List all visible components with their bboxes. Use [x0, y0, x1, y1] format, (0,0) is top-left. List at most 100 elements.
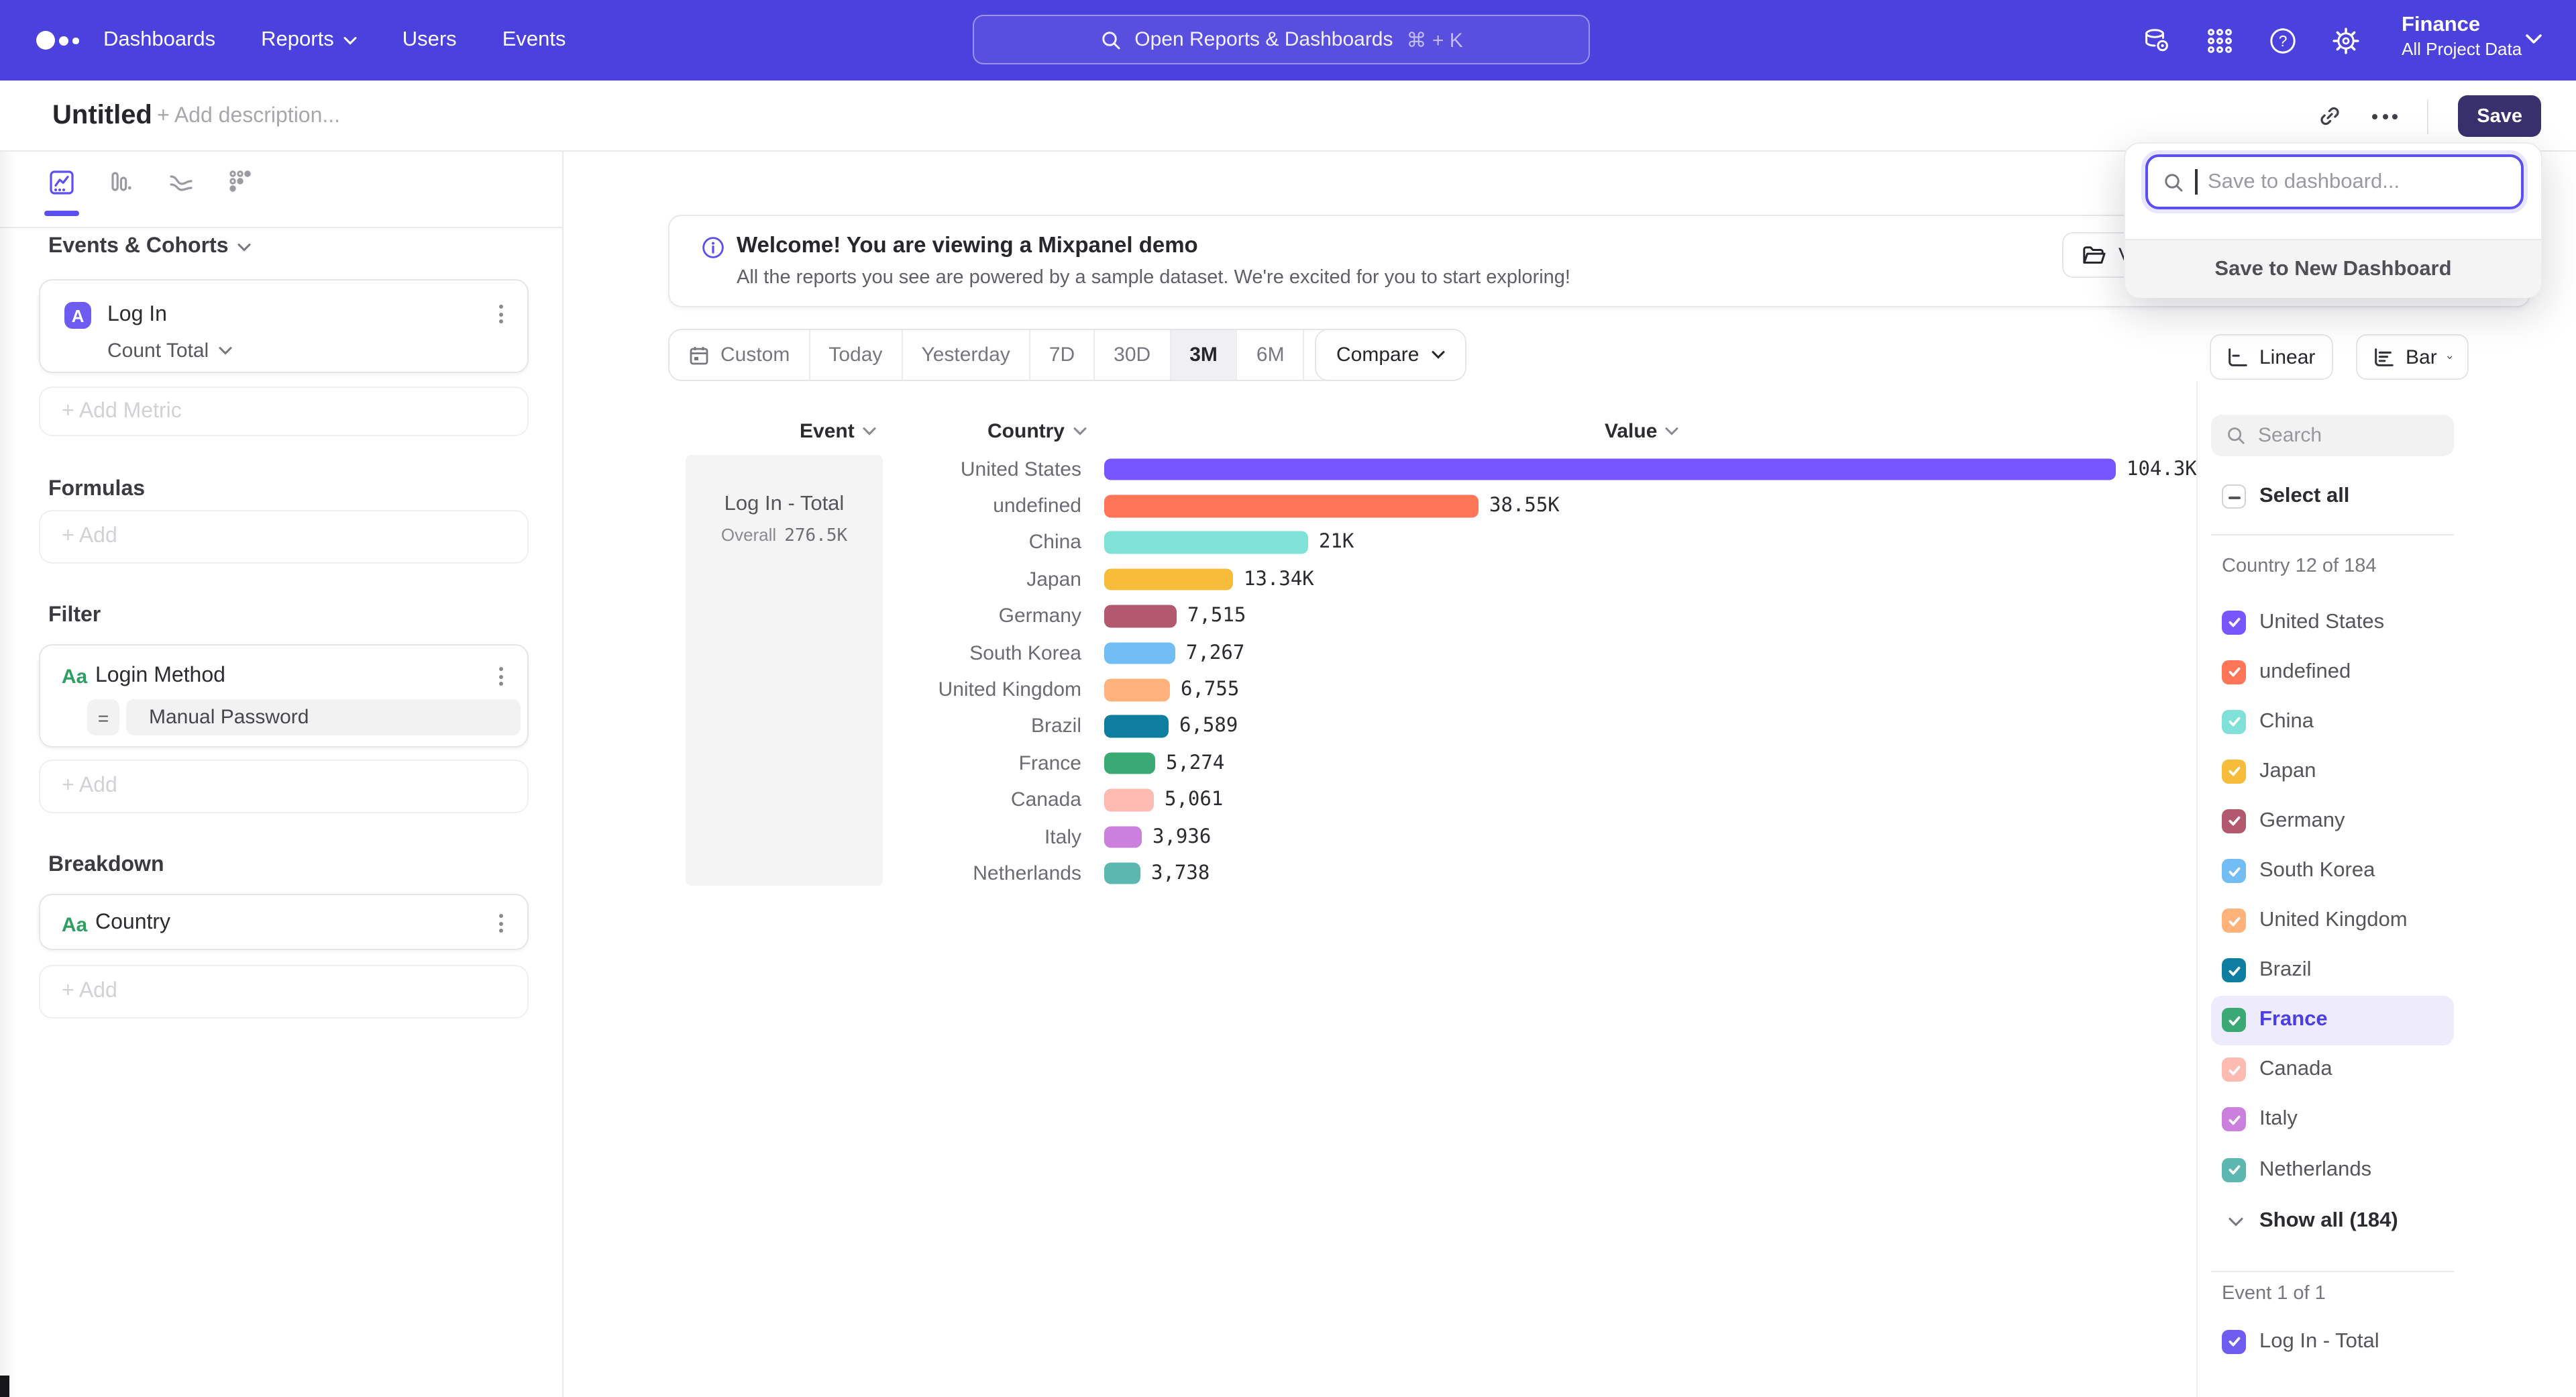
bar-undefined[interactable] — [1104, 495, 1479, 517]
add-formula-button[interactable]: + Add — [39, 510, 529, 564]
range-3m[interactable]: 3M — [1171, 330, 1238, 380]
select-all-toggle[interactable]: Select all — [2222, 484, 2349, 509]
range-7d[interactable]: 7D — [1030, 330, 1095, 380]
checkbox-japan[interactable] — [2222, 760, 2246, 784]
add-filter-button[interactable]: + Add — [39, 760, 529, 813]
help-icon[interactable]: ? — [2267, 25, 2298, 56]
filter-value[interactable]: Manual Password — [126, 699, 521, 735]
nav-item-events[interactable]: Events — [502, 28, 566, 52]
metric-kebab-icon[interactable] — [496, 302, 506, 326]
add-breakdown-button[interactable]: + Add — [39, 965, 529, 1019]
country-item-france[interactable]: France — [2211, 996, 2454, 1045]
indeterminate-checkbox[interactable] — [2222, 484, 2246, 509]
events-section-header[interactable]: Events & Cohorts — [48, 235, 252, 259]
country-item-brazil[interactable]: Brazil — [2211, 945, 2454, 995]
range-yesterday[interactable]: Yesterday — [902, 330, 1030, 380]
legend-search-input[interactable] — [2258, 424, 2432, 447]
add-metric-button[interactable]: + Add Metric — [39, 386, 529, 436]
checkbox-france[interactable] — [2222, 1008, 2246, 1033]
checkbox-united-states[interactable] — [2222, 610, 2246, 634]
bar-value-label: 7,515 — [1187, 606, 1246, 627]
checkbox-brazil[interactable] — [2222, 958, 2246, 982]
data-management-icon[interactable] — [2141, 25, 2172, 56]
range-today[interactable]: Today — [810, 330, 902, 380]
search-icon — [1099, 29, 1121, 50]
country-item-united-states[interactable]: United States — [2211, 597, 2454, 647]
checkbox-china[interactable] — [2222, 709, 2246, 733]
filter-property-name[interactable]: Login Method — [95, 664, 225, 688]
tab-retention[interactable] — [225, 168, 255, 197]
event-item-log-in-total[interactable]: Log In - Total — [2211, 1316, 2454, 1366]
aggregation-selector[interactable]: Count Total — [107, 340, 231, 362]
metric-card-log-in[interactable]: A Log In Count Total — [39, 279, 529, 373]
bar-japan[interactable] — [1104, 568, 1233, 590]
scale-selector[interactable]: Linear — [2210, 334, 2333, 380]
chart-type-selector[interactable]: Bar — [2356, 334, 2469, 380]
checkbox-canada[interactable] — [2222, 1058, 2246, 1082]
metric-event-name[interactable]: Log In — [107, 303, 167, 327]
range-30d[interactable]: 30D — [1095, 330, 1171, 380]
country-item-japan[interactable]: Japan — [2211, 747, 2454, 796]
nav-item-reports[interactable]: Reports — [261, 28, 357, 52]
breakdown-property-name[interactable]: Country — [95, 911, 170, 935]
country-item-canada[interactable]: Canada — [2211, 1045, 2454, 1095]
checkbox-united-kingdom[interactable] — [2222, 909, 2246, 933]
string-property-icon: Aa — [56, 666, 93, 688]
compare-button[interactable]: Compare — [1315, 329, 1466, 381]
apps-grid-icon[interactable] — [2204, 25, 2235, 56]
range-custom[interactable]: Custom — [669, 330, 810, 380]
bar-united-kingdom[interactable] — [1104, 679, 1170, 701]
more-options-icon[interactable] — [2372, 113, 2398, 119]
bar-china[interactable] — [1104, 531, 1308, 554]
settings-gear-icon[interactable] — [2330, 25, 2361, 56]
country-item-italy[interactable]: Italy — [2211, 1095, 2454, 1145]
legend-search-box[interactable] — [2211, 415, 2454, 456]
bar-canada[interactable] — [1104, 789, 1154, 811]
report-title[interactable]: Untitled — [52, 101, 152, 132]
column-header-event[interactable]: Event — [800, 420, 876, 443]
save-dashboard-search-input[interactable]: Save to dashboard... — [2145, 154, 2524, 209]
mixpanel-logo-icon[interactable] — [36, 30, 90, 51]
bar-value-label: 104.3K — [2127, 458, 2197, 480]
bar-netherlands[interactable] — [1104, 862, 1140, 884]
bar-france[interactable] — [1104, 752, 1155, 774]
filter-card-login-method[interactable]: Aa Login Method = Manual Password — [39, 644, 529, 747]
checkbox-germany[interactable] — [2222, 809, 2246, 833]
save-to-new-dashboard-option[interactable]: Save to New Dashboard — [2125, 240, 2541, 298]
checkbox-south-korea[interactable] — [2222, 859, 2246, 883]
save-button[interactable]: Save — [2458, 95, 2541, 137]
breakdown-card-country[interactable]: Aa Country — [39, 894, 529, 950]
column-header-country[interactable]: Country — [987, 420, 1086, 443]
bar-brazil[interactable] — [1104, 715, 1169, 737]
range-6m[interactable]: 6M — [1238, 330, 1305, 380]
checkbox-undefined[interactable] — [2222, 660, 2246, 684]
project-selector[interactable]: Finance All Project Data — [2402, 12, 2522, 60]
bar-south-korea[interactable] — [1104, 642, 1175, 664]
show-all-button[interactable]: Show all (184) — [2229, 1209, 2398, 1233]
country-item-undefined[interactable]: undefined — [2211, 647, 2454, 696]
bar-germany[interactable] — [1104, 605, 1177, 627]
country-item-germany[interactable]: Germany — [2211, 796, 2454, 846]
bar-category-label: France — [698, 752, 1081, 775]
global-search-button[interactable]: Open Reports & Dashboards ⌘ + K — [973, 15, 1590, 64]
tab-funnels[interactable] — [106, 168, 136, 197]
country-item-netherlands[interactable]: Netherlands — [2211, 1145, 2454, 1194]
bar-italy[interactable] — [1104, 826, 1142, 848]
tab-flows[interactable] — [166, 168, 196, 197]
filter-kebab-icon[interactable] — [496, 664, 506, 688]
country-item-united-kingdom[interactable]: United Kingdom — [2211, 896, 2454, 945]
column-header-value[interactable]: Value — [1605, 420, 1678, 443]
copy-link-icon[interactable] — [2317, 103, 2343, 129]
country-item-south-korea[interactable]: South Korea — [2211, 846, 2454, 896]
nav-item-dashboards[interactable]: Dashboards — [103, 28, 215, 52]
tab-insights[interactable] — [47, 168, 76, 197]
add-description-button[interactable]: + Add description... — [157, 105, 340, 129]
checkbox-italy[interactable] — [2222, 1108, 2246, 1132]
breakdown-kebab-icon[interactable] — [496, 911, 506, 935]
nav-item-users[interactable]: Users — [402, 28, 457, 52]
checkbox-log-in-total[interactable] — [2222, 1329, 2246, 1353]
filter-operator[interactable]: = — [87, 699, 119, 735]
bar-united-states[interactable] — [1104, 458, 2116, 480]
checkbox-netherlands[interactable] — [2222, 1157, 2246, 1182]
country-item-china[interactable]: China — [2211, 696, 2454, 746]
